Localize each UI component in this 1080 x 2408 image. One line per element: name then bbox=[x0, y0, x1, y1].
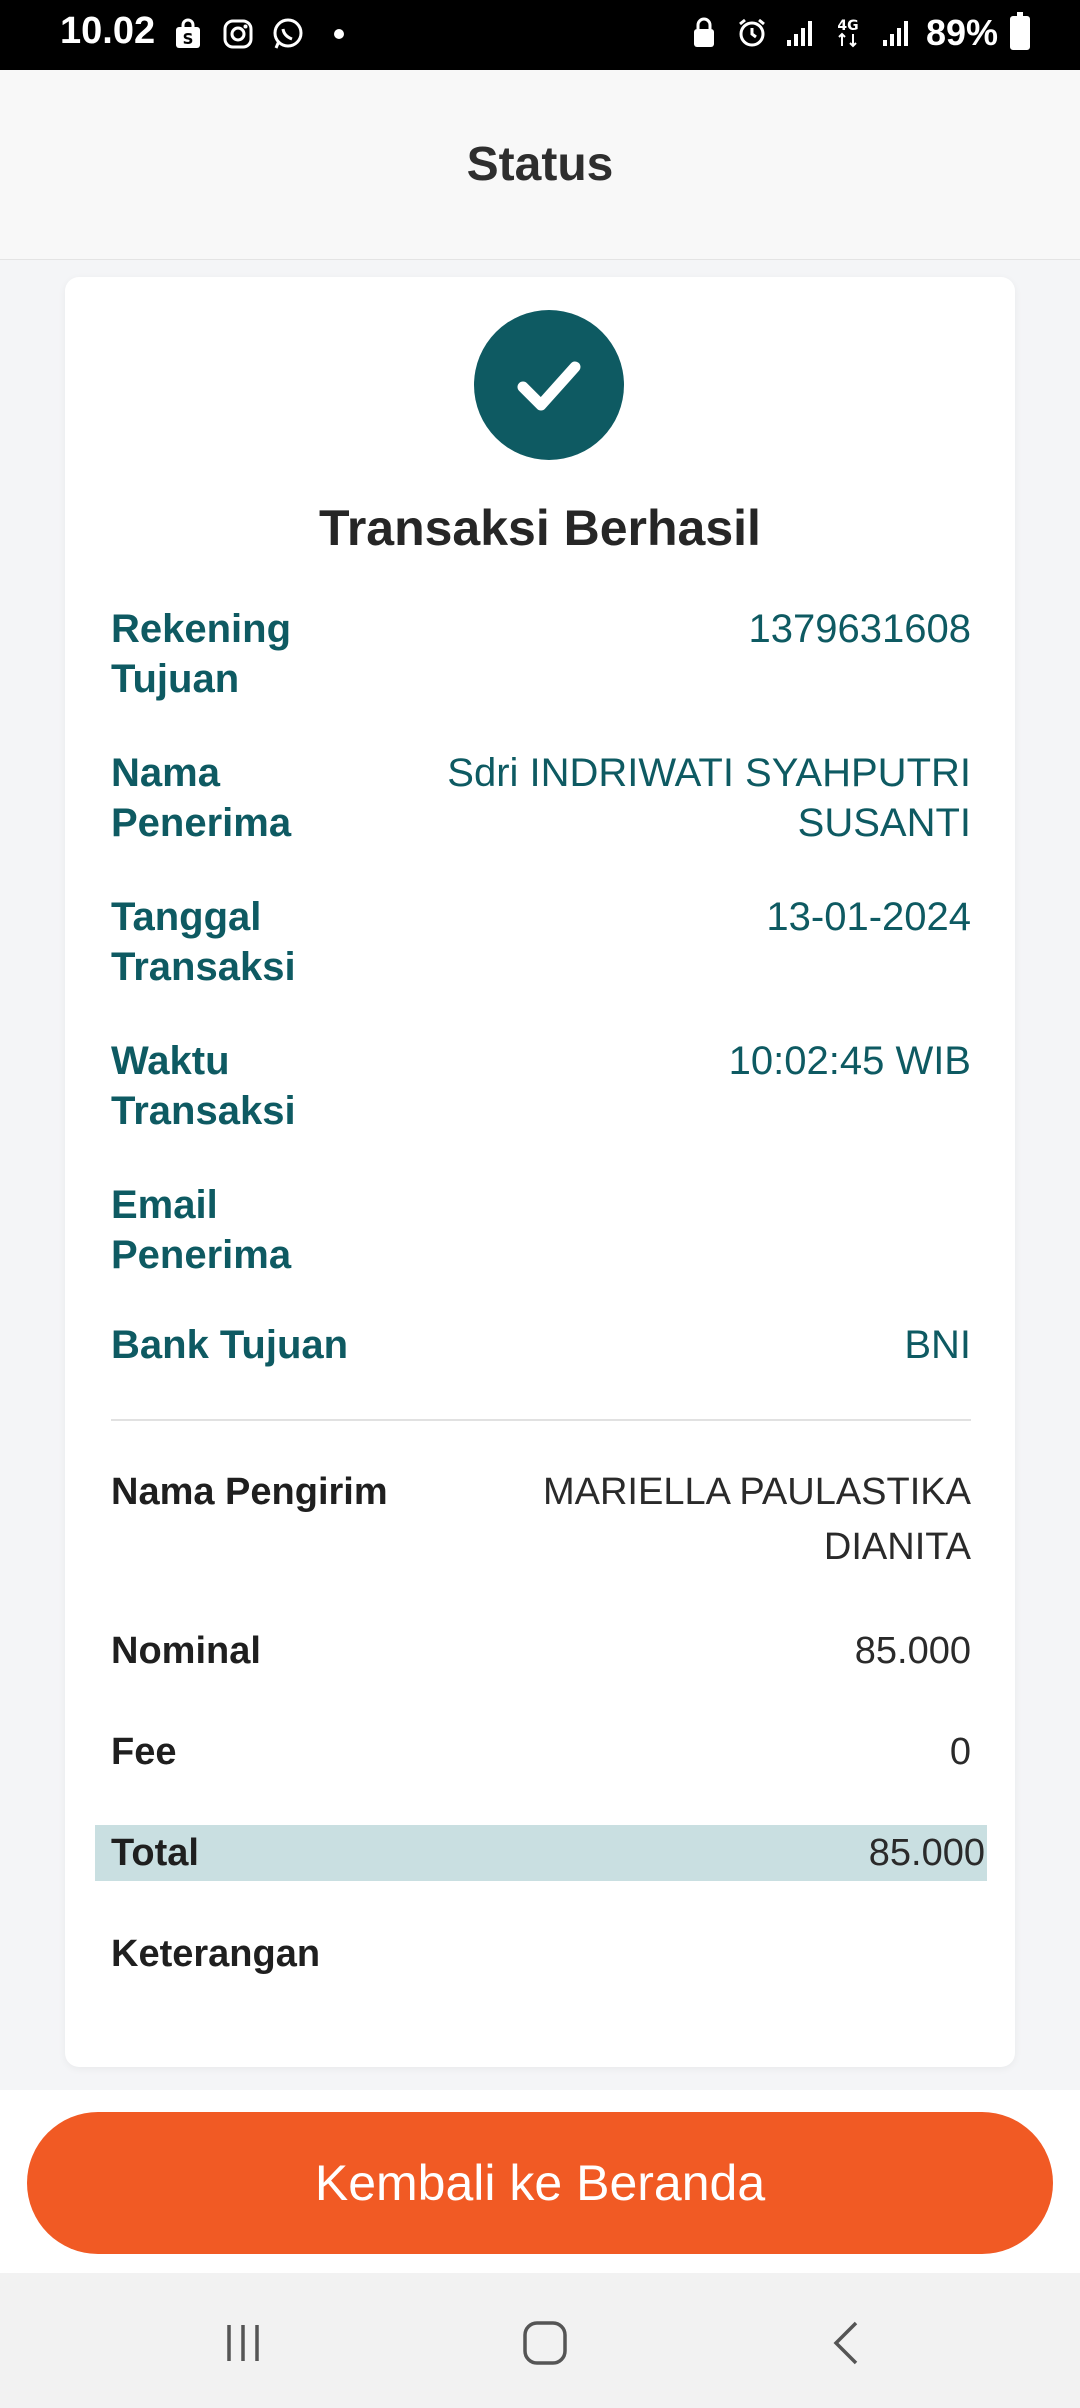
summary-value: 0 bbox=[949, 1731, 971, 1773]
detail-value: 13-01-2024 bbox=[766, 895, 971, 939]
summary-value: 85.000 bbox=[854, 1630, 971, 1672]
whatsapp-icon bbox=[270, 16, 306, 52]
detail-value: 1379631608 bbox=[748, 607, 971, 651]
summary-label: Nama Pengirim bbox=[111, 1471, 388, 1513]
instagram-icon bbox=[220, 16, 256, 52]
recent-apps-icon[interactable] bbox=[213, 2313, 273, 2373]
detail-label: Nama Penerima bbox=[111, 751, 292, 845]
total-label: Total bbox=[111, 1832, 199, 1874]
summary-label: Keterangan bbox=[111, 1933, 321, 1975]
bottom-action-area: Kembali ke Beranda bbox=[0, 2090, 1080, 2273]
summary-value: MARIELLA PAULASTIKA DIANITA bbox=[542, 1471, 971, 1568]
detail-value: BNI bbox=[904, 1323, 971, 1367]
shopee-icon: S bbox=[170, 16, 206, 52]
status-time: 10.02 bbox=[60, 10, 156, 52]
check-icon bbox=[474, 310, 624, 460]
alarm-icon bbox=[734, 15, 770, 51]
home-icon[interactable] bbox=[515, 2313, 575, 2373]
svg-text:S: S bbox=[183, 30, 194, 48]
4g-icon: 4G bbox=[830, 15, 866, 51]
dot-icon bbox=[334, 29, 344, 39]
status-bar: 10.02 S 4G 89% bbox=[0, 0, 1080, 70]
detail-label: Tanggal Transaksi bbox=[111, 895, 296, 989]
back-icon[interactable] bbox=[818, 2313, 878, 2373]
lock-icon bbox=[686, 15, 722, 51]
total-row: Total 85.000 bbox=[95, 1825, 987, 1881]
battery-icon bbox=[1010, 12, 1030, 50]
divider bbox=[111, 1419, 971, 1421]
detail-label: Email Penerima bbox=[111, 1183, 292, 1277]
app-header: Status bbox=[0, 70, 1080, 260]
signal-icon bbox=[878, 15, 914, 51]
result-title: Transaksi Berhasil bbox=[319, 500, 761, 556]
battery-percent: 89% bbox=[925, 12, 998, 53]
back-to-home-button[interactable]: Kembali ke Beranda bbox=[27, 2112, 1053, 2254]
detail-label: Waktu Transaksi bbox=[111, 1039, 296, 1133]
detail-label: Rekening Tujuan bbox=[111, 607, 292, 701]
system-icons: 4G 89% bbox=[686, 12, 1030, 54]
page-title: Status bbox=[466, 138, 614, 191]
detail-value: Sdri INDRIWATI SYAHPUTRI SUSANTI bbox=[447, 751, 971, 845]
total-value: 85.000 bbox=[868, 1832, 985, 1874]
notification-icons: S bbox=[170, 16, 344, 52]
svg-text:4G: 4G bbox=[837, 18, 858, 34]
signal-icon bbox=[782, 15, 818, 51]
system-nav-bar bbox=[0, 2273, 1080, 2408]
transaction-card: Transaksi Berhasil Rekening Tujuan 13796… bbox=[65, 277, 1015, 2067]
detail-value: 10:02:45 WIB bbox=[728, 1039, 971, 1083]
